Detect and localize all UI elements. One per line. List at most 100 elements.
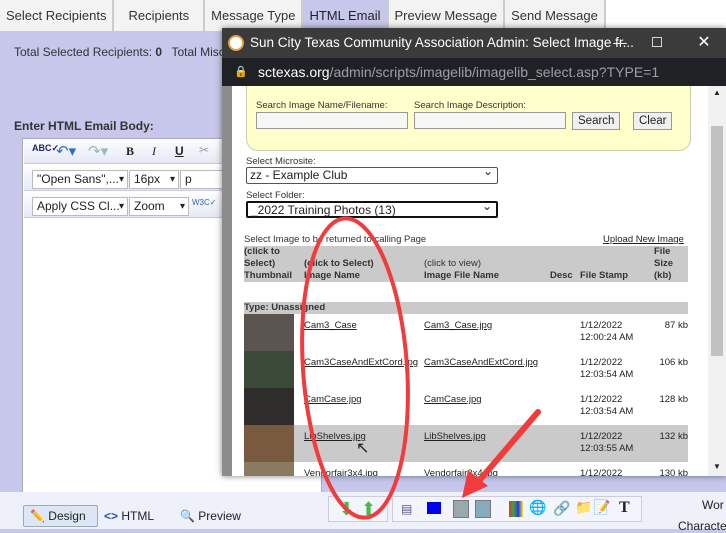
totals: Total Selected Recipients: 0 Total Misc (14, 45, 225, 59)
image-manager-icon[interactable] (453, 500, 469, 518)
image-name-link[interactable]: Cam3CaseAndExtCord.jpg (304, 357, 418, 368)
redo-icon[interactable]: ↷▾ (88, 142, 108, 160)
maximize-button[interactable]: ☐ (636, 28, 678, 58)
mouse-cursor-icon: ↖ (356, 440, 370, 457)
zoom-select[interactable]: Zoom (129, 197, 189, 216)
thumbnail-image[interactable] (244, 425, 294, 462)
clear-button[interactable]: Clear (633, 112, 673, 130)
arrow-up-icon[interactable]: ⬆ (361, 499, 376, 520)
header-desc: Desc (550, 270, 573, 281)
tab-bar: Select Recipients Recipients Message Typ… (0, 0, 726, 31)
image-row[interactable]: Cam3CaseAndExtCord.jpg Cam3CaseAndExtCor… (244, 351, 688, 388)
image-file-link[interactable]: Cam3_Case.jpg (424, 320, 492, 331)
move-toolbar: ⬇ ⬆ (328, 496, 388, 522)
header-thumbnail: (click to Select) Thumbnail (244, 246, 293, 281)
type-group-label: Type: Unassigned (244, 302, 688, 314)
insert-toolbar: ▤ 🌐 🔗 📁 📝 T (392, 496, 642, 522)
arrow-down-icon[interactable]: ⬇ (339, 499, 354, 520)
underline-icon[interactable]: U (175, 144, 184, 158)
popup-title: Sun City Texas Community Association Adm… (250, 35, 634, 50)
italic-icon[interactable]: I (152, 144, 156, 159)
font-size-select[interactable]: 16px (129, 170, 179, 189)
select-instruction: Select Image to be returned to calling P… (244, 234, 427, 245)
image-name-link[interactable]: Vendorfair3x4.jpg (304, 468, 378, 476)
url-path: /admin/scripts/imagelib/imagelib_select.… (329, 64, 660, 80)
upload-new-image-link[interactable]: Upload New Image (603, 234, 684, 245)
file-date: 1/12/2022 (580, 357, 623, 368)
tab-send-message[interactable]: Send Message (505, 0, 606, 31)
image-file-link[interactable]: CamCase.jpg (424, 394, 482, 405)
file-time: 12:00:24 AM (580, 332, 634, 343)
tab-preview-message[interactable]: Preview Message (388, 0, 506, 31)
table-icon[interactable]: ▤ (401, 502, 412, 516)
total-selected-value: 0 (155, 45, 163, 59)
design-label: Design (48, 509, 86, 523)
cut-icon[interactable]: ✂ (199, 143, 209, 157)
folder-select[interactable]: _2022 Training Photos (13) (246, 199, 498, 218)
font-select[interactable]: "Open Sans",... (32, 170, 128, 189)
image-name-link[interactable]: CamCase.jpg (304, 394, 362, 405)
link-icon[interactable]: 🔗 (553, 500, 570, 517)
thumbnail-image[interactable] (244, 351, 294, 388)
html-mode-button[interactable]: <> HTML (104, 509, 154, 523)
image-row[interactable]: Vendorfair3x4.jpg Vendorfair3x4.jpg 1/12… (244, 462, 688, 476)
design-mode-button[interactable]: ✏️ Design (23, 505, 98, 527)
file-time: 12:03:55 AM (580, 443, 634, 454)
scroll-down-icon[interactable]: ▼ (713, 462, 721, 471)
image-file-link[interactable]: Vendorfair3x4.jpg (424, 468, 498, 476)
site-logo-icon (228, 35, 244, 51)
image-row[interactable]: Cam3_Case Cam3_Case.jpg 1/12/2022 12:00:… (244, 314, 688, 351)
search-desc-label: Search Image Description: (414, 100, 526, 111)
css-class-select[interactable]: Apply CSS Cl... (32, 197, 128, 216)
document-manager-icon[interactable]: 📁 (575, 499, 592, 516)
close-button[interactable]: ✕ (682, 28, 726, 58)
undo-icon[interactable]: ↶▾ (56, 142, 76, 160)
search-name-input[interactable] (256, 112, 408, 129)
preview-mode-button[interactable]: 🔍 Preview (180, 509, 241, 523)
bold-icon[interactable]: B (126, 144, 134, 159)
header-name-hint: (click to Select) (304, 258, 374, 269)
pencil-icon: ✏️ (30, 509, 45, 523)
header-image-name: Image Name (304, 270, 360, 281)
media-manager-icon[interactable] (475, 500, 491, 518)
form-icon[interactable]: 📝 (593, 499, 610, 516)
search-desc-input[interactable] (414, 112, 566, 129)
lock-icon: 🔒 (234, 66, 248, 78)
char-count: Characte (678, 519, 726, 533)
magnifier-icon: 🔍 (180, 509, 195, 523)
scroll-up-icon[interactable]: ▲ (713, 88, 721, 97)
address-bar[interactable]: 🔒 sctexas.org/admin/scripts/imagelib/ima… (222, 58, 726, 86)
tab-html-email[interactable]: HTML Email (303, 0, 389, 31)
microsite-select[interactable]: zz - Example Club (246, 164, 498, 184)
w3c-validate-icon[interactable]: W3C✓ (192, 198, 216, 207)
file-time: 12:03:54 AM (580, 406, 634, 417)
thumbnail-image[interactable] (244, 462, 294, 476)
word-count: Wor (702, 498, 724, 512)
file-size: 106 kb (659, 357, 688, 368)
video-icon[interactable] (427, 502, 441, 514)
tab-message-type[interactable]: Message Type (205, 0, 304, 31)
thumbnail-image[interactable] (244, 388, 294, 425)
search-button[interactable]: Search (572, 112, 621, 130)
file-size: 128 kb (659, 394, 688, 405)
image-file-link[interactable]: Cam3CaseAndExtCord.jpg (424, 357, 538, 368)
file-date: 1/12/2022 (580, 320, 623, 331)
tab-recipients[interactable]: Recipients (114, 0, 206, 31)
popup-scrollbar[interactable]: ▲ ▼ (708, 86, 726, 476)
image-row[interactable]: CamCase.jpg CamCase.jpg 1/12/2022 12:03:… (244, 388, 688, 425)
symbol-icon[interactable]: T (619, 499, 630, 517)
thumbnail-image[interactable] (244, 314, 294, 351)
table-header: (click to Select) Thumbnail (click to Se… (244, 246, 688, 282)
spellcheck-icon[interactable]: ABC✓ (32, 143, 59, 154)
minimize-button[interactable]: — (600, 28, 640, 58)
scroll-thumb[interactable] (711, 126, 723, 356)
microsite-label: Select Microsite: (246, 156, 316, 167)
hyperlink-icon[interactable]: 🌐 (529, 499, 546, 516)
tab-select-recipients[interactable]: Select Recipients (0, 0, 115, 31)
image-name-link[interactable]: Cam3_Case (304, 320, 357, 331)
file-date: 1/12/2022 (580, 394, 623, 405)
gallery-icon[interactable] (509, 501, 523, 517)
image-file-link[interactable]: LibShelves.jpg (424, 431, 486, 442)
file-date: 1/12/2022 (580, 468, 623, 476)
image-row[interactable]: LibShelves.jpg LibShelves.jpg 1/12/2022 … (244, 425, 688, 462)
